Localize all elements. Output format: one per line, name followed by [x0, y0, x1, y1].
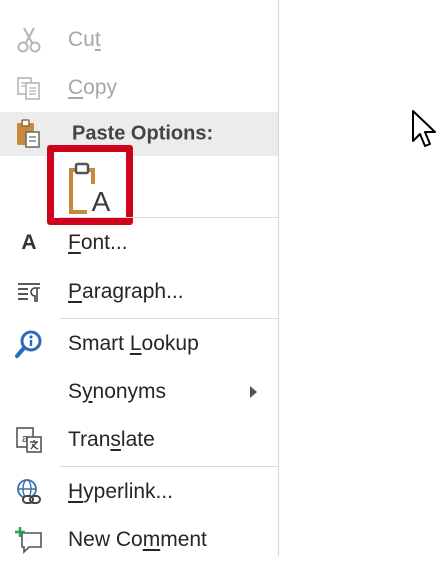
paragraph-icon: [12, 275, 46, 309]
menu-item-cut[interactable]: Cut: [0, 17, 278, 63]
menu-item-new-comment[interactable]: New Comment: [0, 517, 278, 563]
smart-lookup-icon: [12, 327, 46, 361]
menu-item-paragraph-label: Paragraph...: [68, 280, 184, 303]
mouse-pointer-icon: [412, 110, 436, 147]
menu-item-copy-label: Copy: [68, 76, 118, 99]
copy-icon: [12, 71, 46, 105]
paste-options-header: Paste Options:: [0, 112, 278, 156]
submenu-arrow-icon: [250, 386, 257, 398]
menu-separator: [60, 217, 278, 218]
paste-keep-text-only-icon: A: [63, 160, 121, 217]
menu-item-copy[interactable]: Copy: [0, 65, 278, 111]
hyperlink-icon: [12, 475, 46, 509]
paste-icon: [14, 119, 44, 149]
svg-text:A: A: [92, 186, 111, 216]
menu-item-synonyms[interactable]: Synonyms: [0, 369, 278, 415]
menu-item-translate-label: Translate: [68, 428, 155, 451]
menu-item-font[interactable]: A Font...: [0, 220, 278, 266]
menu-item-translate[interactable]: a Translate: [0, 417, 278, 463]
menu-item-paragraph[interactable]: Paragraph...: [0, 269, 278, 315]
menu-item-new-comment-label: New Comment: [68, 528, 207, 551]
translate-icon: a: [12, 423, 46, 457]
menu-item-hyperlink[interactable]: Hyperlink...: [0, 469, 278, 515]
menu-item-smart-lookup[interactable]: Smart Lookup: [0, 321, 278, 367]
paste-options-label: Paste Options:: [72, 122, 214, 145]
scissors-icon: [12, 23, 46, 57]
menu-item-synonyms-label: Synonyms: [68, 380, 167, 403]
menu-item-hyperlink-label: Hyperlink...: [68, 480, 174, 503]
paste-keep-text-only-button[interactable]: A: [47, 145, 133, 225]
menu-separator: [60, 318, 278, 319]
font-icon: A: [21, 231, 37, 254]
document-area[interactable]: [279, 0, 445, 556]
menu-item-cut-label: Cut: [68, 28, 101, 51]
context-menu: Cut Copy Paste Options: A A Font... Para…: [0, 0, 279, 556]
new-comment-icon: [12, 523, 46, 557]
menu-item-font-label: Font...: [68, 231, 128, 254]
menu-item-smart-lookup-label: Smart Lookup: [68, 332, 199, 355]
menu-separator: [60, 466, 278, 467]
